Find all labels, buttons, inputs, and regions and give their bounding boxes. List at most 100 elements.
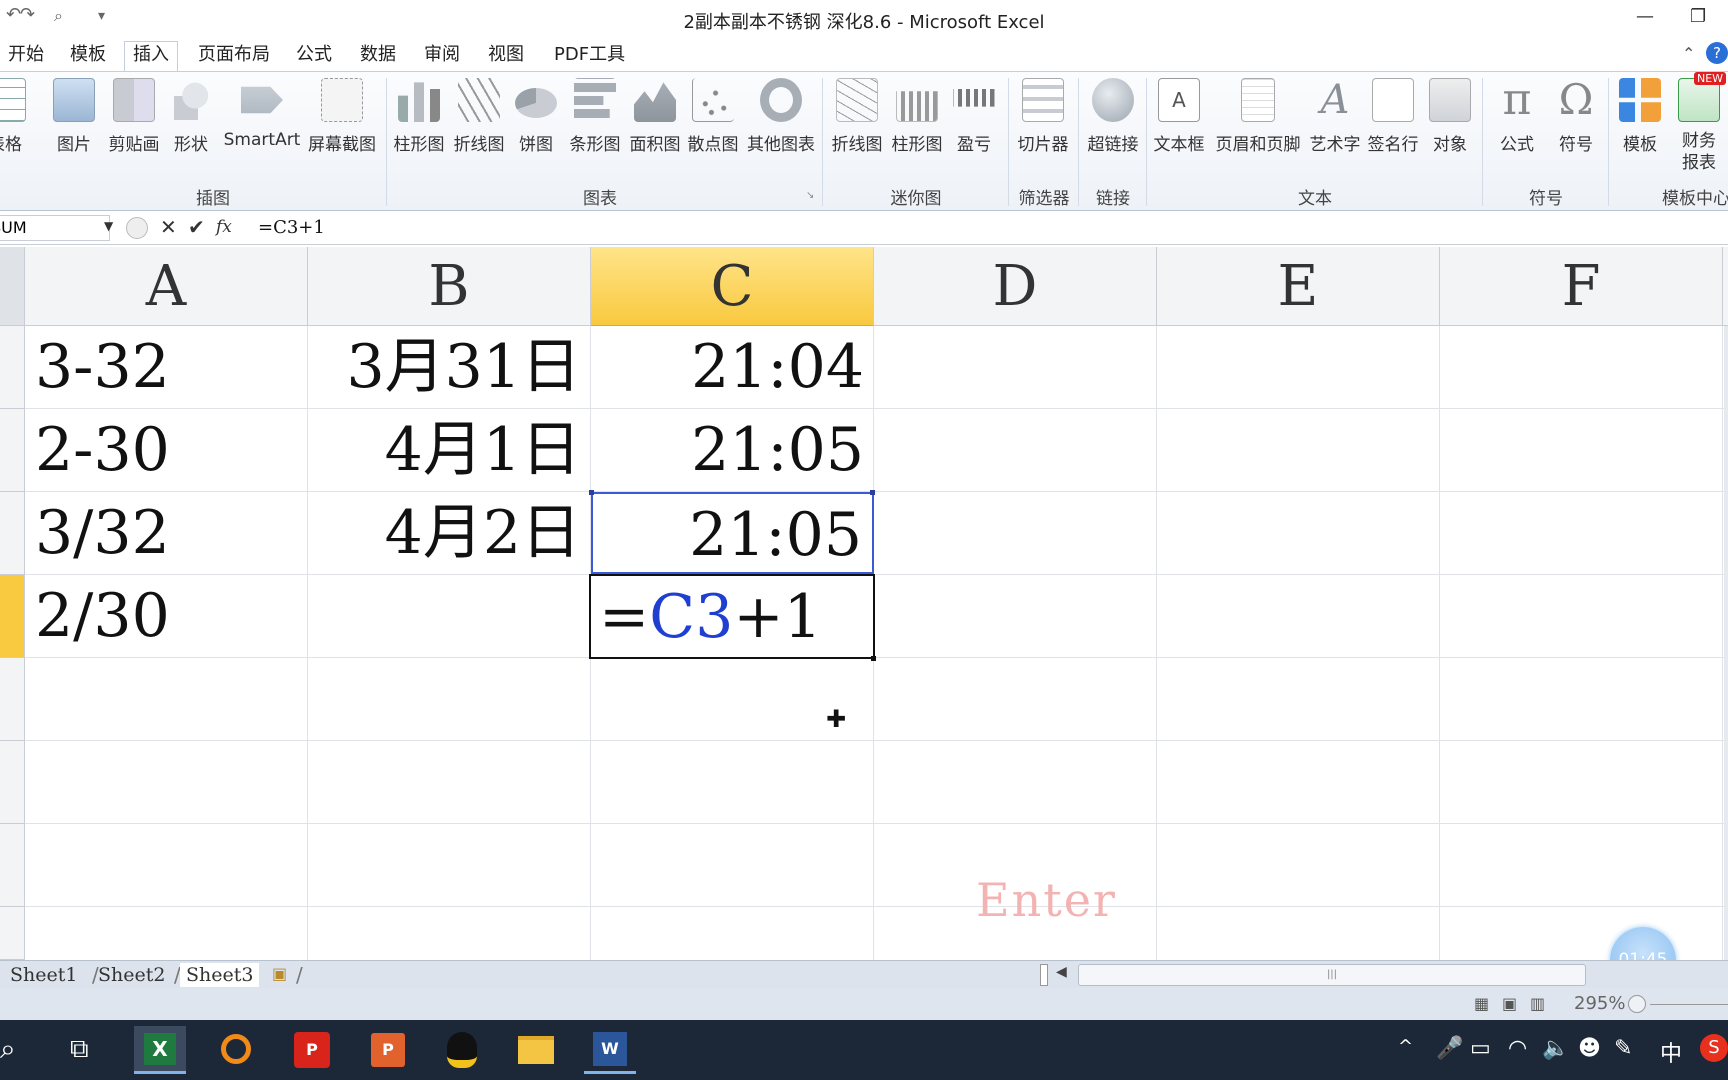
column-header-g[interactable] xyxy=(1723,247,1728,326)
help-icon[interactable]: ? xyxy=(1706,42,1728,64)
worksheet-grid[interactable]: A B C D E F 3-32 3月31日 21:04 2-30 4月1日 2… xyxy=(0,247,1728,960)
hyperlink-button[interactable]: 超链接 xyxy=(1082,78,1144,155)
microphone-icon[interactable]: 🎤 xyxy=(1436,1036,1463,1061)
column-header-c[interactable]: C xyxy=(591,247,874,326)
line-chart-button[interactable]: 折线图 xyxy=(450,78,508,155)
row-header[interactable] xyxy=(0,824,25,907)
page-break-view-icon[interactable]: ▥ xyxy=(1530,994,1545,1013)
column-header-b[interactable]: B xyxy=(308,247,591,326)
search-icon[interactable]: ⌕ xyxy=(0,1032,16,1066)
page-layout-view-icon[interactable]: ▣ xyxy=(1502,994,1517,1013)
cell-c4-editing[interactable]: =C3+1 xyxy=(599,576,822,658)
select-all-corner[interactable] xyxy=(0,247,25,326)
powerpoint-taskbar-button[interactable]: P xyxy=(362,1026,414,1074)
tab-insert[interactable]: 插入 xyxy=(124,41,178,72)
formula-bar-grip[interactable] xyxy=(126,217,148,239)
smartart-button[interactable]: SmartArt xyxy=(222,78,302,150)
column-header-d[interactable]: D xyxy=(874,247,1157,326)
wordart-button[interactable]: A 艺术字 xyxy=(1306,78,1364,155)
tab-home[interactable]: 开始 xyxy=(0,42,52,70)
scatter-chart-button[interactable]: 散点图 xyxy=(684,78,742,155)
row-header[interactable] xyxy=(0,326,25,409)
row-header[interactable] xyxy=(0,409,25,492)
name-box[interactable]: SUM xyxy=(0,215,110,241)
column-header-e[interactable]: E xyxy=(1157,247,1440,326)
wifi-icon[interactable]: ◠ xyxy=(1508,1036,1527,1061)
zoom-level[interactable]: 295% xyxy=(1574,993,1625,1014)
magnifier-taskbar-button[interactable] xyxy=(210,1026,262,1074)
name-box-dropdown-icon[interactable]: ▼ xyxy=(104,219,113,233)
sparkline-column-button[interactable]: 柱形图 xyxy=(888,78,946,155)
header-footer-button[interactable]: 页眉和页脚 xyxy=(1210,78,1306,155)
cell-c2[interactable]: 21:05 xyxy=(591,409,874,491)
tab-review[interactable]: 审阅 xyxy=(416,42,468,70)
tab-formulas[interactable]: 公式 xyxy=(288,42,340,70)
picture-button[interactable]: 图片 xyxy=(48,78,100,155)
column-header-f[interactable]: F xyxy=(1440,247,1723,326)
finance-report-button[interactable]: 财务 报表 xyxy=(1670,78,1728,174)
file-explorer-taskbar-button[interactable] xyxy=(510,1026,562,1074)
insert-function-icon[interactable]: fx xyxy=(216,217,232,237)
row-header[interactable] xyxy=(0,907,25,960)
row-header[interactable] xyxy=(0,492,25,575)
ime-indicator[interactable]: 中 xyxy=(1660,1036,1682,1068)
sparkline-line-button[interactable]: 折线图 xyxy=(828,78,886,155)
word-taskbar-button[interactable]: W xyxy=(584,1026,636,1074)
sogou-ime-icon[interactable]: S xyxy=(1700,1034,1728,1062)
excel-taskbar-button[interactable]: X xyxy=(134,1026,186,1074)
sparkline-winloss-button[interactable]: 盈亏 xyxy=(948,78,1000,155)
tab-split-handle[interactable] xyxy=(1040,964,1048,986)
zoom-out-button[interactable] xyxy=(1628,995,1646,1013)
cell-a3[interactable]: 3/32 xyxy=(25,492,308,574)
qq-tray-icon[interactable]: ☻ xyxy=(1578,1036,1601,1061)
textbox-button[interactable]: A 文本框 xyxy=(1150,78,1208,155)
screenshot-button[interactable]: 屏幕截图 xyxy=(304,78,380,155)
insert-sheet-icon[interactable]: ▣ xyxy=(272,964,287,983)
pdf-taskbar-button[interactable]: P xyxy=(286,1026,338,1074)
area-chart-button[interactable]: 面积图 xyxy=(626,78,684,155)
enter-check-icon[interactable]: ✔ xyxy=(188,215,205,239)
row-header-selected[interactable] xyxy=(0,575,25,658)
cell-b3[interactable]: 4月2日 xyxy=(308,492,591,574)
column-chart-button[interactable]: 柱形图 xyxy=(390,78,448,155)
cell-b1[interactable]: 3月31日 xyxy=(308,326,591,408)
tab-view[interactable]: 视图 xyxy=(480,42,532,70)
dialog-launcher-icon[interactable]: ↘ xyxy=(806,190,814,201)
bar-chart-button[interactable]: 条形图 xyxy=(566,78,624,155)
tab-templates[interactable]: 模板 xyxy=(62,42,114,70)
fill-handle[interactable] xyxy=(871,656,876,661)
show-hidden-icons[interactable]: ^ xyxy=(1398,1036,1413,1057)
collapse-ribbon-icon[interactable]: ⌃ xyxy=(1682,44,1695,63)
qq-taskbar-button[interactable] xyxy=(436,1026,488,1074)
normal-view-icon[interactable]: ▦ xyxy=(1474,994,1489,1013)
cancel-icon[interactable]: ✕ xyxy=(160,215,177,239)
pen-icon[interactable]: ✎ xyxy=(1614,1036,1632,1061)
volume-icon[interactable]: 🔈 xyxy=(1542,1036,1569,1061)
equation-button[interactable]: π 公式 xyxy=(1488,78,1546,156)
symbol-button[interactable]: Ω 符号 xyxy=(1548,78,1604,156)
table-button[interactable]: 表格 xyxy=(0,78,28,155)
cell-a1[interactable]: 3-32 xyxy=(25,326,308,408)
reference-handle[interactable] xyxy=(870,490,875,495)
zoom-slider[interactable] xyxy=(1650,1004,1728,1005)
tab-pdf-tools[interactable]: PDF工具 xyxy=(546,42,633,70)
pie-chart-button[interactable]: 饼图 xyxy=(510,78,562,155)
slicer-button[interactable]: 切片器 xyxy=(1012,78,1074,155)
task-view-icon[interactable]: ⧉ xyxy=(70,1034,89,1065)
column-header-a[interactable]: A xyxy=(25,247,308,326)
shapes-button[interactable]: 形状 xyxy=(168,78,214,155)
clipart-button[interactable]: 剪贴画 xyxy=(104,78,164,155)
row-header[interactable] xyxy=(0,741,25,824)
tab-data[interactable]: 数据 xyxy=(352,42,404,70)
reference-handle[interactable] xyxy=(589,490,594,495)
minimize-button[interactable]: — xyxy=(1636,6,1654,27)
cell-b2[interactable]: 4月1日 xyxy=(308,409,591,491)
row-header[interactable] xyxy=(0,658,25,741)
scroll-left-icon[interactable]: ◀ xyxy=(1056,964,1067,980)
battery-icon[interactable]: ▭ xyxy=(1470,1036,1491,1061)
signature-line-button[interactable]: 签名行 xyxy=(1364,78,1422,155)
active-cell-c4[interactable]: =C3+1 xyxy=(589,574,875,659)
formula-input[interactable]: =C3+1 xyxy=(258,217,325,238)
object-button[interactable]: 对象 xyxy=(1424,78,1476,155)
tab-page-layout[interactable]: 页面布局 xyxy=(190,42,278,70)
